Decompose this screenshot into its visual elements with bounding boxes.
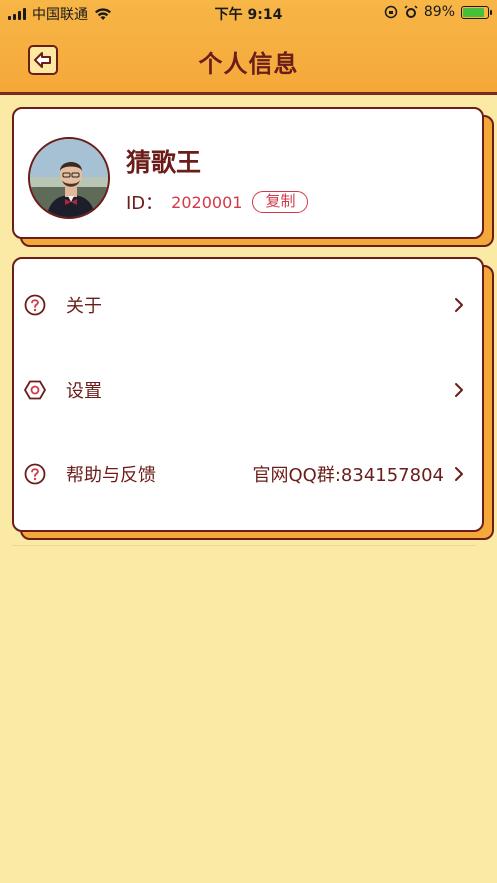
- app-header: 中国联通 下午 9:14 89% 个人信息: [0, 0, 497, 95]
- chevron-right-icon: [455, 298, 463, 312]
- question-circle-icon: [24, 294, 46, 316]
- menu-item-label: 关于: [66, 296, 102, 317]
- profile-card: 猜歌王 ID： 2020001 复制: [12, 107, 494, 247]
- id-value: 2020001: [171, 192, 243, 212]
- hex-gear-icon: [24, 379, 46, 401]
- menu-item-help-feedback[interactable]: 帮助与反馈 官网QQ群:834157804: [14, 454, 478, 494]
- profile-card-body: 猜歌王 ID： 2020001 复制: [12, 107, 484, 239]
- chevron-right-icon: [455, 383, 463, 397]
- page-title: 个人信息: [198, 50, 299, 78]
- menu-item-label: 设置: [66, 381, 102, 402]
- status-bar: 中国联通 下午 9:14 89%: [0, 0, 497, 26]
- menu-item-about[interactable]: 关于: [14, 285, 478, 325]
- menu-item-settings[interactable]: 设置: [14, 370, 478, 410]
- avatar-image: [30, 139, 108, 217]
- status-right: 89%: [384, 4, 492, 20]
- battery-icon: [461, 5, 492, 19]
- chevron-right-icon: [455, 467, 463, 481]
- username: 猜歌王: [126, 148, 202, 177]
- question-circle-icon: [24, 463, 46, 485]
- menu-card: 关于 设置 帮助与反馈 官网QQ群:834157804: [12, 257, 494, 540]
- rotation-lock-icon: [384, 5, 398, 19]
- menu-card-body: 关于 设置 帮助与反馈 官网QQ群:834157804: [12, 257, 484, 532]
- battery-fill: [463, 7, 485, 17]
- divider: [12, 545, 476, 546]
- alarm-icon: [404, 5, 418, 18]
- battery-percent: 89%: [423, 4, 455, 20]
- copy-id-button[interactable]: 复制: [252, 191, 309, 213]
- qq-group-value: 官网QQ群:834157804: [252, 465, 444, 486]
- id-label: ID：: [126, 193, 164, 214]
- menu-item-label: 帮助与反馈: [66, 465, 156, 486]
- avatar[interactable]: [28, 137, 110, 219]
- user-id-row: ID： 2020001 复制: [126, 189, 309, 215]
